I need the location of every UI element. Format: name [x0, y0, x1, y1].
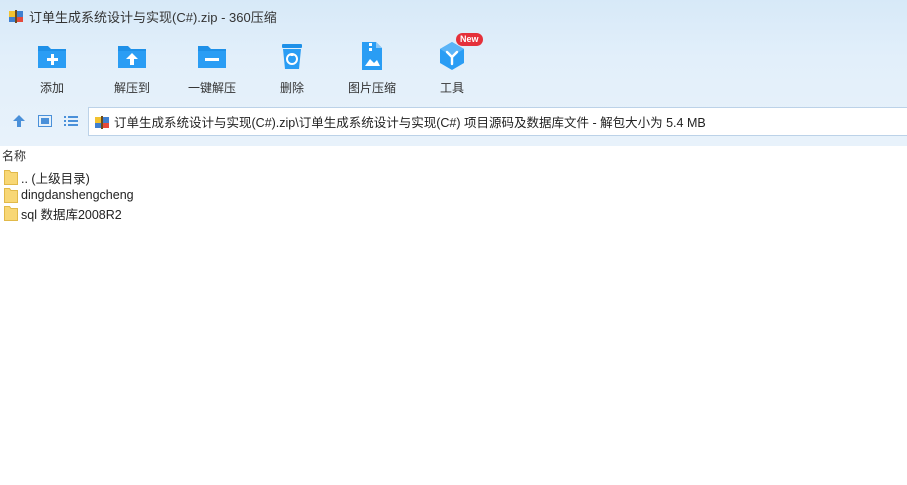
- image-compress-label: 图片压缩: [347, 81, 396, 95]
- delete-label: 删除: [279, 81, 304, 95]
- list-view-icon: [64, 116, 78, 126]
- address-bar[interactable]: 订单生成系统设计与实现(C#).zip\订单生成系统设计与实现(C#) 项目源码…: [88, 107, 907, 136]
- archive-icon: [95, 115, 109, 129]
- add-button[interactable]: 添加: [12, 36, 92, 98]
- one-click-extract-button[interactable]: 一键解压: [172, 36, 252, 98]
- file-list: .. (上级目录) dingdanshengcheng sql 数据库2008R…: [4, 168, 134, 222]
- extract-to-icon: [118, 46, 146, 68]
- one-click-extract-icon: [198, 46, 226, 68]
- add-icon: [38, 46, 66, 68]
- navigation-bar: 订单生成系统设计与实现(C#).zip\订单生成系统设计与实现(C#) 项目源码…: [0, 106, 907, 136]
- tools-label: 工具: [439, 81, 464, 95]
- folder-icon: [4, 169, 18, 185]
- list-view-button[interactable]: [58, 109, 84, 133]
- add-label: 添加: [39, 81, 64, 95]
- extract-to-label: 解压到: [113, 81, 150, 95]
- file-name: dingdanshengcheng: [21, 188, 134, 202]
- list-item[interactable]: .. (上级目录): [4, 168, 134, 186]
- folder-icon: [4, 205, 18, 221]
- folder-icon: [4, 187, 18, 203]
- thumbnail-view-button[interactable]: [32, 109, 58, 133]
- up-level-button[interactable]: [6, 109, 32, 133]
- arrow-up-icon: [13, 115, 25, 127]
- window-title: 订单生成系统设计与实现(C#).zip - 360压缩: [29, 9, 277, 25]
- archive-app-icon: [9, 10, 23, 23]
- list-item[interactable]: sql 数据库2008R2: [4, 204, 134, 222]
- app-window: 订单生成系统设计与实现(C#).zip - 360压缩 添加 解压到 一键解压 …: [0, 0, 907, 485]
- header-area: 订单生成系统设计与实现(C#).zip - 360压缩 添加 解压到 一键解压 …: [0, 0, 907, 146]
- delete-icon: [282, 44, 302, 69]
- list-item[interactable]: dingdanshengcheng: [4, 186, 134, 204]
- tools-button[interactable]: New 工具: [412, 33, 492, 98]
- thumbnail-view-icon: [38, 115, 52, 127]
- column-header-name[interactable]: 名称: [0, 146, 907, 164]
- file-list-area: 名称 .. (上级目录) dingdanshengcheng sql 数据库20…: [0, 146, 907, 485]
- new-badge: New: [456, 33, 483, 46]
- image-compress-button[interactable]: 图片压缩: [332, 36, 412, 98]
- one-click-extract-label: 一键解压: [187, 81, 236, 95]
- image-compress-icon: [362, 42, 382, 70]
- address-path: 订单生成系统设计与实现(C#).zip\订单生成系统设计与实现(C#) 项目源码…: [114, 116, 706, 130]
- title-bar: 订单生成系统设计与实现(C#).zip - 360压缩: [0, 0, 907, 32]
- file-name: .. (上级目录): [21, 171, 90, 186]
- extract-to-button[interactable]: 解压到: [92, 36, 172, 98]
- delete-button[interactable]: 删除: [252, 36, 332, 98]
- toolbar: 添加 解压到 一键解压 删除 图片压缩 New 工具: [12, 33, 492, 98]
- file-name: sql 数据库2008R2: [21, 207, 122, 222]
